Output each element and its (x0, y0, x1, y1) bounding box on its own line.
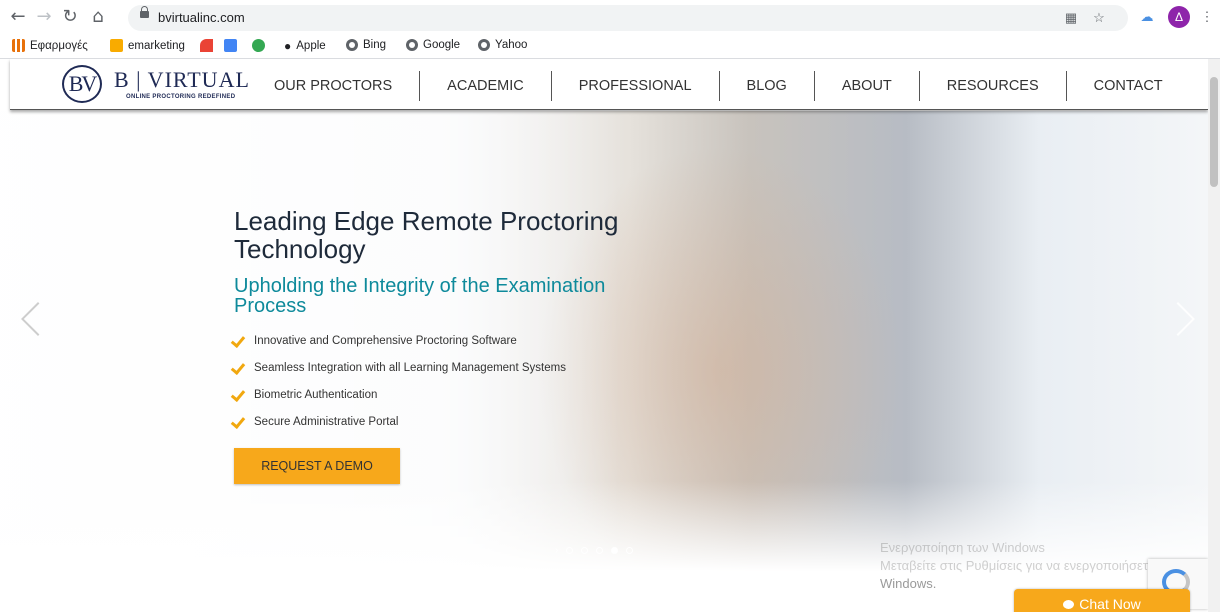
nav-blog[interactable]: BLOG (718, 71, 814, 101)
bookmark-emarketing[interactable]: emarketing (110, 39, 185, 52)
forward-icon[interactable]: → (34, 7, 54, 27)
feature-text: Biometric Authentication (254, 388, 378, 401)
folder-icon (110, 39, 123, 52)
main-nav: OUR PROCTORS ACADEMIC PROFESSIONAL BLOG … (260, 71, 1190, 101)
address-bar[interactable]: bvirtualinc.com ▦ ☆ (128, 5, 1128, 31)
home-icon[interactable]: ⌂ (88, 7, 108, 27)
bookmark-calendar[interactable] (224, 39, 237, 52)
web-page: BV B | VIRTUAL ONLINE PROCTORING REDEFIN… (0, 59, 1220, 612)
feature-text: Innovative and Comprehensive Proctoring … (254, 334, 517, 347)
bookmark-apps[interactable]: Εφαρμογές (12, 39, 88, 52)
bookmark-apple[interactable]: ● Apple (284, 39, 326, 53)
bookmark-label: Yahoo (495, 39, 528, 51)
bookmark-label: Google (423, 39, 461, 51)
chat-label: Chat Now (1079, 596, 1141, 612)
nav-resources[interactable]: RESOURCES (918, 71, 1066, 101)
profile-avatar[interactable]: Δ (1168, 6, 1190, 28)
globe-icon (346, 39, 358, 51)
nav-professional[interactable]: PROFESSIONAL (550, 71, 719, 101)
logo-tagline: ONLINE PROCTORING REDEFINED (126, 94, 236, 100)
calendar-bookmark-icon (224, 39, 237, 52)
globe-icon (406, 39, 418, 51)
bookmark-green[interactable] (252, 39, 265, 52)
translate-icon[interactable]: ▦ (1062, 9, 1080, 27)
slider-dot[interactable] (566, 547, 574, 554)
url-text[interactable]: bvirtualinc.com (158, 10, 245, 25)
hero-slider (0, 111, 1208, 571)
bookmark-label: Bing (363, 39, 387, 51)
bookmark-google[interactable]: Google (406, 39, 460, 51)
lock-icon (140, 6, 149, 18)
bookmark-label: Apple (296, 40, 326, 52)
feature-text: Secure Administrative Portal (254, 415, 399, 428)
wifi-bookmark-icon (200, 39, 213, 52)
feature-text: Seamless Integration with all Learning M… (254, 361, 566, 374)
bookmark-bing[interactable]: Bing (346, 39, 386, 51)
nav-our-proctors[interactable]: OUR PROCTORS (260, 71, 419, 101)
reload-icon[interactable]: ↻ (60, 7, 80, 27)
feature-item: Innovative and Comprehensive Proctoring … (232, 327, 566, 354)
cloud-extension-icon[interactable]: ☁ (1138, 8, 1156, 26)
green-bookmark-icon (252, 39, 265, 52)
bookmark-label: Εφαρμογές (30, 39, 88, 52)
nav-contact[interactable]: CONTACT (1065, 71, 1190, 101)
menu-kebab-icon[interactable]: ⋮ (1198, 8, 1216, 26)
slider-dot[interactable] (596, 547, 604, 554)
chat-icon (1063, 600, 1075, 609)
feature-item: Secure Administrative Portal (232, 408, 566, 435)
apple-icon: ● (284, 39, 292, 53)
nav-about[interactable]: ABOUT (813, 71, 919, 101)
hero-subheadline: Upholding the Integrity of the Examinati… (234, 275, 606, 317)
check-icon (232, 416, 247, 427)
feature-item: Seamless Integration with all Learning M… (232, 354, 566, 381)
check-icon (232, 335, 247, 346)
slider-dot-active[interactable] (611, 547, 619, 554)
logo-mark[interactable]: BV (62, 65, 102, 103)
back-icon[interactable]: ← (8, 7, 28, 27)
bookmark-label: emarketing (128, 39, 185, 52)
hero-headline: Leading Edge Remote Proctoring Technolog… (234, 206, 619, 264)
bookmark-yahoo[interactable]: Yahoo (478, 39, 527, 51)
slider-dots: › (555, 545, 634, 556)
feature-list: Innovative and Comprehensive Proctoring … (232, 327, 566, 435)
logo-name[interactable]: B | VIRTUAL (114, 67, 250, 93)
check-icon (232, 362, 247, 373)
windows-activation-watermark: Ενεργοποίηση των Windows Μεταβείτε στις … (880, 539, 1170, 593)
apps-grid-icon (12, 39, 25, 52)
watermark-line: Μεταβείτε στις Ρυθμίσεις για να ενεργοπο… (880, 558, 1170, 573)
bookmarks-bar: Εφαρμογές emarketing ● Apple Bing Google… (0, 36, 1220, 59)
request-demo-button[interactable]: REQUEST A DEMO (234, 448, 400, 484)
check-icon (232, 389, 247, 400)
chat-now-button[interactable]: Chat Now (1014, 589, 1190, 612)
watermark-line: Ενεργοποίηση των Windows (880, 540, 1045, 555)
nav-academic[interactable]: ACADEMIC (419, 71, 551, 101)
bookmark-star-icon[interactable]: ☆ (1090, 9, 1108, 27)
slider-dot[interactable] (581, 547, 589, 554)
scrollbar-thumb[interactable] (1210, 77, 1218, 187)
browser-toolbar: ← → ↻ ⌂ bvirtualinc.com ▦ ☆ ☁ Δ ⋮ (0, 0, 1220, 36)
bookmark-wifi[interactable] (200, 39, 213, 52)
site-header: BV B | VIRTUAL ONLINE PROCTORING REDEFIN… (10, 59, 1208, 110)
slider-pause-icon[interactable]: › (555, 545, 558, 556)
globe-icon (478, 39, 490, 51)
slider-dot[interactable] (626, 547, 634, 554)
feature-item: Biometric Authentication (232, 381, 566, 408)
page-scrollbar[interactable] (1208, 59, 1220, 612)
